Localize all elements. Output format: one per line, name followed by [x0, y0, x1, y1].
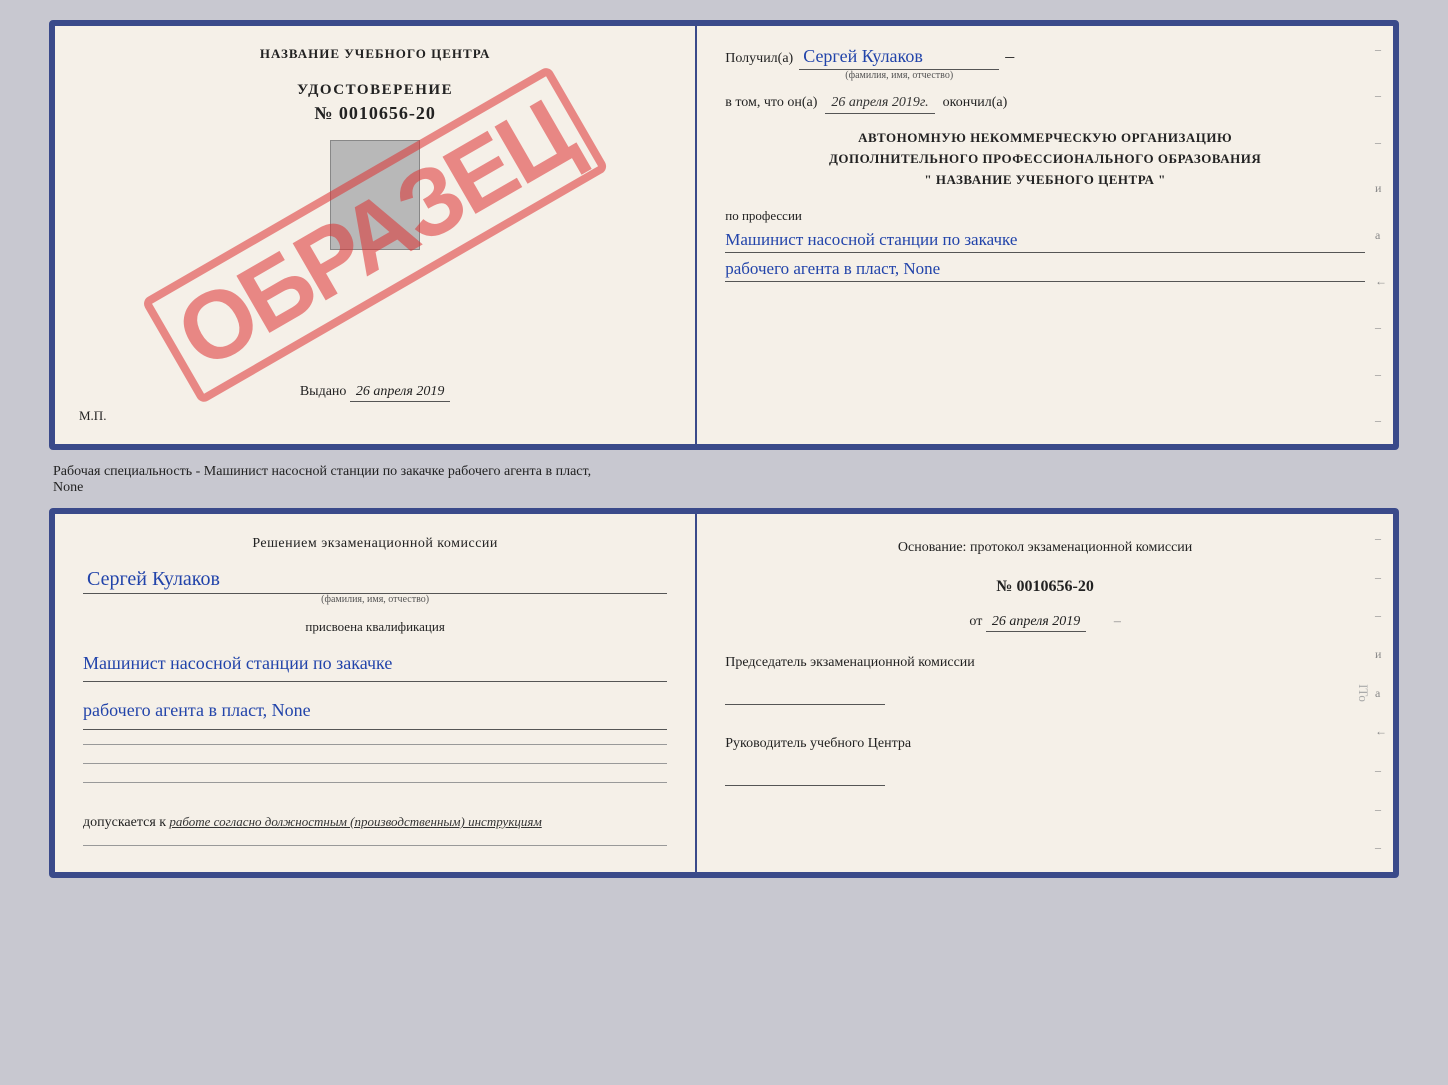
b-dash1: – [1375, 524, 1387, 553]
osnovaniye-label: Основание: протокол экзаменационной коми… [898, 540, 1192, 555]
komissia-name: Сергей Кулаков [83, 568, 667, 594]
b-dash5: а [1375, 679, 1387, 708]
sep-line1 [83, 744, 667, 745]
cert-number: № 0010656-20 [314, 103, 436, 124]
dash-r2: – [1375, 81, 1387, 110]
osnov-date-value: 26 апреля 2019 [986, 614, 1086, 632]
qualification-line2: рабочего агента в пласт, None [83, 692, 667, 729]
dopusk-block: допускается к работе согласно должностны… [83, 814, 667, 831]
profession-line2: рабочего агента в пласт, None [725, 257, 1365, 282]
osnovaniye-block: Основание: протокол экзаменационной коми… [725, 536, 1365, 560]
poluchil-row: Получил(a) Сергей Кулаков (фамилия, имя,… [725, 46, 1365, 81]
org-line1: АВТОНОМНУЮ НЕКОММЕРЧЕСКУЮ ОРГАНИЗАЦИЮ [725, 128, 1365, 149]
b-dash2: – [1375, 563, 1387, 592]
sep-line3 [83, 782, 667, 783]
poluchil-label: Получил(a) [725, 51, 793, 67]
osnov-ot: от [969, 614, 982, 629]
dopusk-label: допускается к [83, 815, 166, 830]
dash-r7: – [1375, 313, 1387, 342]
b-dash6: ← [1375, 717, 1387, 746]
dash-r5: а [1375, 221, 1387, 250]
b-dash8: – [1375, 795, 1387, 824]
profession-label: по профессии [725, 208, 1365, 224]
okonchil-label: окончил(а) [943, 95, 1008, 111]
vydano-label: Выдано [300, 384, 347, 399]
cert-doc-area: УДОСТОВЕРЕНИЕ № 0010656-20 [297, 82, 453, 262]
dash-date: – [1114, 614, 1121, 629]
osnov-date: от 26 апреля 2019 – [725, 614, 1365, 630]
cert-left-panel: НАЗВАНИЕ УЧЕБНОГО ЦЕНТРА ОБРАЗЕЦ УДОСТОВ… [55, 26, 697, 444]
cert-top-title: НАЗВАНИЕ УЧЕБНОГО ЦЕНТРА [260, 46, 491, 62]
document-container: НАЗВАНИЕ УЧЕБНОГО ЦЕНТРА ОБРАЗЕЦ УДОСТОВ… [49, 20, 1399, 878]
sep-line2 [83, 763, 667, 764]
udostoverenie-title: УДОСТОВЕРЕНИЕ [297, 82, 453, 99]
vydano-line: Выдано 26 апреля 2019 [300, 384, 451, 400]
b-dash9: – [1375, 833, 1387, 862]
mp-line: М.П. [79, 408, 106, 424]
right-dashes: – – – и а ← – – – [1375, 26, 1387, 444]
ito-text: ITo [1355, 684, 1371, 702]
dopusk-value: работе согласно должностным (производств… [169, 814, 541, 829]
predsedatel-label: Председатель экзаменационной комиссии [725, 655, 975, 670]
vtom-row: в том, что он(а) 26 апреля 2019г. окончи… [725, 95, 1365, 114]
dash-r3: – [1375, 128, 1387, 157]
dash-r4: и [1375, 174, 1387, 203]
cert-bottom-right: Основание: протокол экзаменационной коми… [697, 514, 1393, 872]
b-dash4: и [1375, 640, 1387, 669]
komissia-name-block: Сергей Кулаков (фамилия, имя, отчество) [83, 562, 667, 605]
rukovoditel-block: Руководитель учебного Центра [725, 733, 1365, 786]
predsedatel-line [725, 681, 885, 705]
osnov-number: № 0010656-20 [725, 578, 1365, 596]
cert-bottom: Решением экзаменационной комиссии Сергей… [49, 508, 1399, 878]
subtitle-text: Рабочая специальность - Машинист насосно… [49, 458, 1399, 500]
rukovoditel-label: Руководитель учебного Центра [725, 736, 911, 751]
photo-placeholder [330, 140, 420, 250]
komissia-familiya-label: (фамилия, имя, отчество) [83, 594, 667, 605]
vtom-label: в том, что он(а) [725, 95, 817, 111]
vtom-date: 26 апреля 2019г. [825, 95, 934, 114]
org-line2: ДОПОЛНИТЕЛЬНОГО ПРОФЕССИОНАЛЬНОГО ОБРАЗО… [725, 149, 1365, 170]
cert-top: НАЗВАНИЕ УЧЕБНОГО ЦЕНТРА ОБРАЗЕЦ УДОСТОВ… [49, 20, 1399, 450]
qualification-line1: Машинист насосной станции по закачке [83, 645, 667, 682]
profession-line1: Машинист насосной станции по закачке [725, 228, 1365, 253]
cert-right-panel: Получил(a) Сергей Кулаков (фамилия, имя,… [697, 26, 1393, 444]
org-line3: " НАЗВАНИЕ УЧЕБНОГО ЦЕНТРА " [725, 170, 1365, 191]
dash-r1: – [1375, 35, 1387, 64]
komissia-title: Решением экзаменационной комиссии [83, 536, 667, 552]
b-dash3: – [1375, 601, 1387, 630]
familiya-label: (фамилия, имя, отчество) [799, 70, 999, 81]
poluchil-value: Сергей Кулаков [799, 46, 999, 70]
dash1: – [1005, 46, 1014, 67]
profession-block: по профессии Машинист насосной станции п… [725, 208, 1365, 282]
prisvoena-text: присвоена квалификация [83, 619, 667, 635]
dash-r6: ← [1375, 267, 1387, 296]
dash-r9: – [1375, 406, 1387, 435]
rukovoditel-line [725, 762, 885, 786]
cert-bottom-left: Решением экзаменационной комиссии Сергей… [55, 514, 697, 872]
org-block: АВТОНОМНУЮ НЕКОММЕРЧЕСКУЮ ОРГАНИЗАЦИЮ ДО… [725, 128, 1365, 190]
right-dashes-bottom: – – – и а ← – – – [1375, 514, 1387, 872]
sep-line4 [83, 845, 667, 846]
b-dash7: – [1375, 756, 1387, 785]
dash-r8: – [1375, 360, 1387, 389]
predsedatel-block: Председатель экзаменационной комиссии [725, 652, 1365, 705]
vydano-date: 26 апреля 2019 [350, 384, 450, 402]
